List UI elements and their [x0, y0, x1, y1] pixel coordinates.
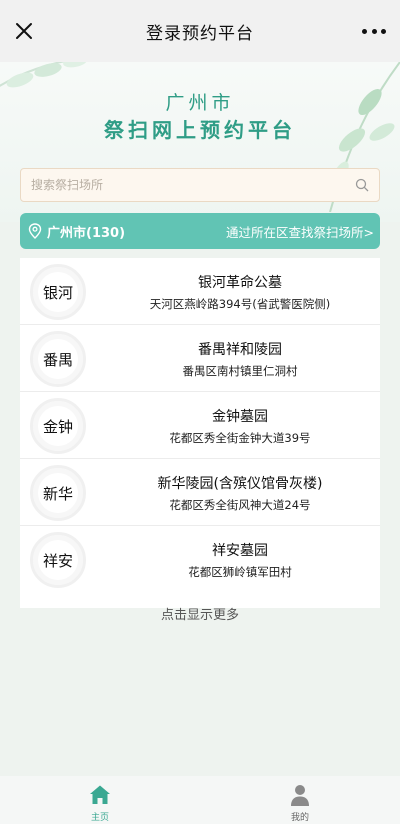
region-bar[interactable]: 广州市(130) 通过所在区查找祭扫场所>	[20, 213, 380, 249]
more-options-icon[interactable]	[362, 20, 386, 42]
place-badge: 番禺	[30, 331, 86, 387]
place-name: 银河革命公墓	[198, 275, 282, 291]
place-name: 新华陵园(含殡仪馆骨灰楼)	[157, 476, 323, 492]
place-address: 天河区燕岭路394号(省武警医院侧)	[149, 297, 331, 311]
search-input[interactable]	[31, 178, 355, 192]
tab-home-label: 主页	[90, 813, 109, 823]
hero-city: 广州市	[165, 92, 235, 114]
find-by-district-link[interactable]: 通过所在区查找祭扫场所>	[226, 222, 374, 241]
place-address: 花都区秀全街风神大道24号	[169, 498, 311, 512]
place-address: 花都区狮岭镇军田村	[188, 565, 292, 579]
bottom-tab-bar: 主页 我的	[0, 776, 400, 824]
page-title: 登录预约平台	[146, 23, 254, 44]
place-name: 番禺祥和陵园	[198, 342, 282, 358]
top-bar: 登录预约平台	[0, 0, 400, 62]
place-name: 祥安墓园	[212, 543, 268, 559]
user-icon	[291, 785, 309, 806]
tab-profile[interactable]: 我的	[200, 776, 400, 824]
list-item[interactable]: 银河 银河革命公墓 天河区燕岭路394号(省武警医院侧)	[20, 258, 380, 325]
place-address: 花都区秀全街金钟大道39号	[169, 431, 311, 445]
tab-profile-label: 我的	[290, 813, 309, 823]
list-item[interactable]: 金钟 金钟墓园 花都区秀全街金钟大道39号	[20, 392, 380, 459]
place-address: 番禺区南村镇里仁洞村	[182, 364, 298, 378]
place-badge: 新华	[30, 465, 86, 521]
place-badge: 银河	[30, 264, 86, 320]
hero-title: 祭扫网上预约平台	[104, 118, 296, 142]
list-item[interactable]: 番禺 番禺祥和陵园 番禺区南村镇里仁洞村	[20, 325, 380, 392]
list-item[interactable]: 新华 新华陵园(含殡仪馆骨灰楼) 花都区秀全街风神大道24号	[20, 459, 380, 526]
place-name: 金钟墓园	[212, 409, 268, 425]
places-list: 银河 银河革命公墓 天河区燕岭路394号(省武警医院侧) 番禺 番禺祥和陵园 番…	[20, 258, 380, 608]
close-icon[interactable]	[12, 19, 36, 43]
search-bar	[20, 168, 380, 202]
list-item[interactable]: 祥安 祥安墓园 花都区狮岭镇军田村	[20, 526, 380, 593]
home-icon	[90, 785, 110, 804]
place-badge: 金钟	[30, 398, 86, 454]
region-city-label: 广州市(130)	[47, 225, 126, 241]
search-icon[interactable]	[355, 178, 369, 192]
tab-home[interactable]: 主页	[0, 776, 200, 824]
place-badge: 祥安	[30, 532, 86, 588]
location-pin-icon	[28, 223, 42, 239]
show-more-button[interactable]: 点击显示更多	[0, 604, 400, 623]
